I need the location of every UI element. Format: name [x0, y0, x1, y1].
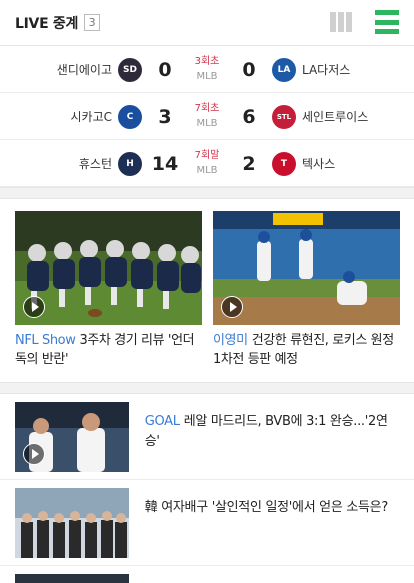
league-label: MLB — [196, 118, 218, 129]
play-icon[interactable] — [221, 296, 243, 318]
league-label: MLB — [196, 71, 218, 82]
live-count-badge: 3 — [84, 14, 101, 31]
home-team-name: 시카고C — [70, 110, 113, 124]
home-team-logo-icon: C — [118, 105, 142, 129]
soccer-players-image[interactable] — [15, 402, 129, 472]
home-score: 14 — [151, 152, 179, 175]
home-team-logo-icon: H — [118, 152, 142, 176]
away-team-logo-icon: STL — [272, 105, 296, 129]
baseball-players-image[interactable] — [213, 211, 400, 325]
list-item[interactable]: 韓 여자배구 '살인적인 일정'에서 얻은 소득은? — [0, 480, 414, 566]
video-card-caption[interactable]: 이영미 건강한 류현진, 로키스 원정 1차전 등판 예정 — [213, 331, 400, 369]
live-header: LIVE 중계 3 — [0, 0, 414, 46]
list-item-text[interactable]: 韓 여자배구 '살인적인 일정'에서 얻은 소득은? — [145, 498, 399, 518]
home-team-name: 휴스턴 — [78, 157, 112, 171]
home-team-name: 샌디에이고 — [56, 63, 112, 77]
away-score: 0 — [242, 58, 256, 81]
list-view-icon[interactable] — [375, 10, 399, 34]
video-card[interactable]: 이영미 건강한 류현진, 로키스 원정 1차전 등판 예정 — [213, 211, 400, 382]
list-item[interactable] — [0, 566, 414, 583]
away-team-logo-icon: LA — [272, 58, 296, 82]
video-source: 이영미 — [213, 333, 248, 348]
home-score: 0 — [158, 58, 172, 81]
football-linemen-image[interactable] — [15, 211, 202, 325]
live-title: LIVE 중계 — [15, 15, 79, 32]
list-item-text[interactable]: GOAL 레알 마드리드, BVB에 3:1 완승...'2연승' — [145, 412, 399, 452]
list-item-source: GOAL — [144, 414, 180, 429]
play-icon[interactable] — [23, 296, 45, 318]
league-label: MLB — [196, 165, 218, 176]
grid-view-icon[interactable] — [330, 12, 352, 32]
list-item[interactable]: GOAL 레알 마드리드, BVB에 3:1 완승...'2연승' — [0, 394, 414, 480]
game-row[interactable]: 휴스턴 H 14 7회말 MLB 2 T 텍사스 — [0, 140, 414, 187]
list-item-title: 레알 마드리드, BVB에 3:1 완승...'2연승' — [144, 414, 388, 449]
video-card-row: NFL Show 3주차 경기 리뷰 '언더독의 반란' 이영미 건강한 류현진, … — [0, 199, 414, 382]
news-list: GOAL 레알 마드리드, BVB에 3:1 완승...'2연승' 韓 여자배구 … — [0, 394, 414, 583]
volleyball-thumbnail-art — [15, 488, 129, 558]
away-score: 2 — [242, 152, 256, 175]
away-team-name: 텍사스 — [302, 157, 336, 171]
partial-thumbnail-image[interactable] — [15, 574, 129, 583]
list-item-title: 韓 여자배구 '살인적인 일정'에서 얻은 소득은? — [144, 500, 389, 515]
section-divider — [0, 187, 414, 199]
away-team-name: 세인트루이스 — [302, 110, 369, 124]
inning-status: 3회초 — [194, 56, 220, 67]
partial-thumbnail-art — [15, 574, 129, 583]
away-score: 6 — [242, 105, 256, 128]
video-source: NFL Show — [15, 333, 76, 348]
volleyball-team-photo[interactable] — [15, 488, 129, 558]
inning-status: 7회말 — [194, 150, 220, 161]
game-row[interactable]: 시카고C C 3 7회초 MLB 6 STL 세인트루이스 — [0, 93, 414, 140]
play-icon[interactable] — [23, 443, 45, 465]
scoreboard: 샌디에이고 SD 0 3회초 MLB 0 LA LA다저스 시카고C C 3 7… — [0, 46, 414, 187]
section-divider — [0, 382, 414, 394]
away-team-name: LA다저스 — [302, 63, 351, 77]
home-score: 3 — [158, 105, 172, 128]
game-row[interactable]: 샌디에이고 SD 0 3회초 MLB 0 LA LA다저스 — [0, 46, 414, 93]
video-card[interactable]: NFL Show 3주차 경기 리뷰 '언더독의 반란' — [15, 211, 202, 382]
inning-status: 7회초 — [194, 103, 220, 114]
away-team-logo-icon: T — [272, 152, 296, 176]
video-card-caption[interactable]: NFL Show 3주차 경기 리뷰 '언더독의 반란' — [15, 331, 202, 369]
home-team-logo-icon: SD — [118, 58, 142, 82]
